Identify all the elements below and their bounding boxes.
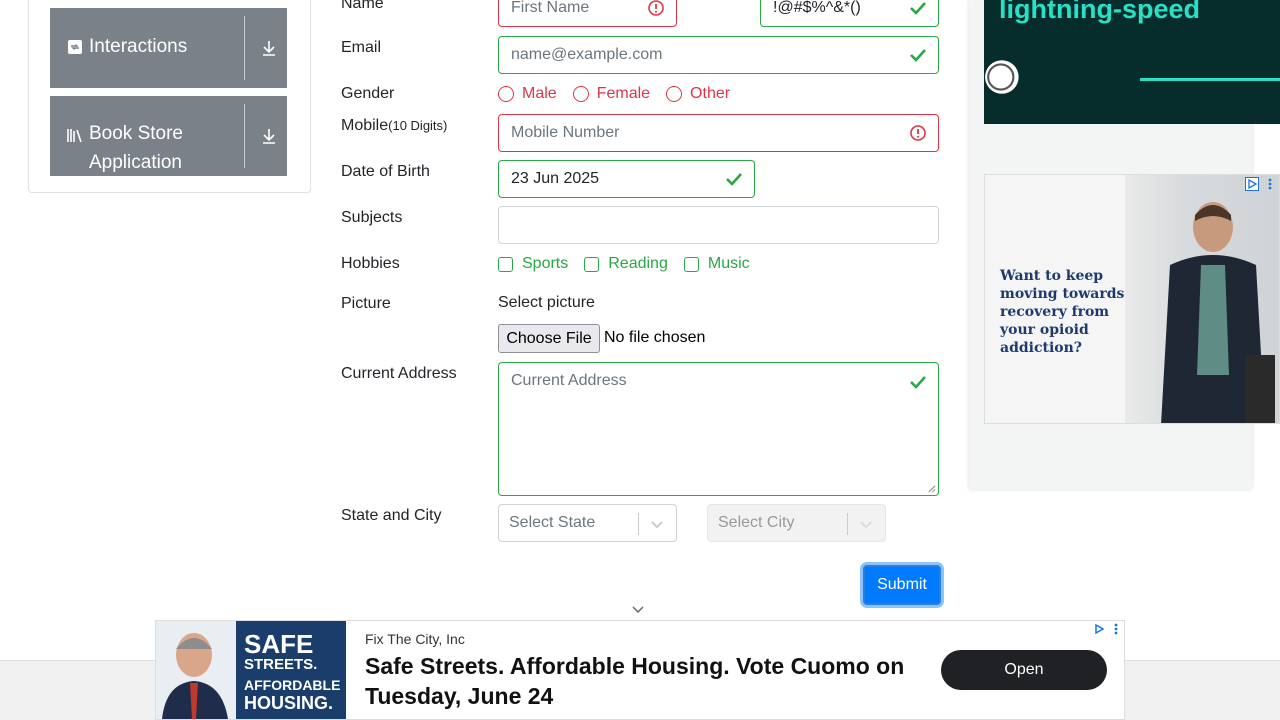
- gender-other-label[interactable]: Other: [690, 85, 730, 103]
- current-address-textarea[interactable]: Current Address: [498, 362, 939, 496]
- gender-male-label[interactable]: Male: [522, 85, 557, 103]
- mobile-hint: (10 Digits): [388, 118, 448, 133]
- first-name-placeholder: First Name: [511, 0, 590, 16]
- sidebar-group-book-store[interactable]: Book Store Application: [50, 96, 287, 176]
- error-icon: [910, 125, 926, 141]
- mobile-label: Mobile(10 Digits): [341, 116, 447, 136]
- ad-progress-line: [1140, 78, 1280, 81]
- ad-text: Want to keep moving towards recovery fro…: [1000, 268, 1125, 356]
- check-icon: [726, 173, 742, 186]
- select-separator: [847, 513, 848, 535]
- gender-other-radio[interactable]: [666, 86, 683, 102]
- gender-options: Male Female Other: [498, 84, 746, 104]
- check-icon: [910, 49, 926, 62]
- last-name-input[interactable]: !@#$%^&*(): [760, 0, 939, 27]
- right-top-ad[interactable]: lightning-speed: [984, 0, 1280, 124]
- city-select: Select City: [707, 504, 886, 542]
- ad-menu-icon[interactable]: [1113, 622, 1119, 636]
- hobby-music-checkbox[interactable]: [683, 256, 699, 272]
- check-icon: [910, 2, 926, 15]
- download-icon[interactable]: [258, 125, 280, 147]
- hobbies-label: Hobbies: [341, 255, 400, 272]
- mobile-label-text: Mobile: [341, 117, 389, 134]
- email-placeholder: name@example.com: [511, 46, 663, 63]
- choose-file-button[interactable]: Choose File: [498, 324, 600, 353]
- ad-headline: lightning-speed: [999, 0, 1200, 24]
- gender-female-radio[interactable]: [572, 86, 589, 102]
- mobile-placeholder: Mobile Number: [511, 124, 620, 141]
- dob-label: Date of Birth: [341, 163, 430, 180]
- ad-title[interactable]: Safe Streets. Affordable Housing. Vote C…: [365, 651, 905, 711]
- error-icon: [648, 0, 664, 16]
- sidebar-group-label: Interactions: [89, 36, 188, 57]
- gender-label: Gender: [341, 85, 395, 102]
- state-select[interactable]: Select State: [498, 504, 677, 542]
- loading-ring-icon: [985, 60, 1019, 94]
- select-picture-label: Select picture: [498, 294, 595, 311]
- resize-handle-icon[interactable]: [927, 484, 936, 493]
- ad-open-button[interactable]: Open: [941, 650, 1107, 690]
- right-mid-ad[interactable]: Want to keep moving towards recovery fro…: [984, 174, 1280, 424]
- submit-button[interactable]: Submit: [863, 565, 941, 605]
- ad-image-text-2: STREETS.: [244, 656, 318, 673]
- date-of-birth-input[interactable]: 23 Jun 2025: [498, 160, 755, 198]
- name-label: Name: [341, 0, 384, 12]
- check-icon: [910, 376, 926, 389]
- group-divider: [244, 104, 245, 168]
- city-placeholder: Select City: [718, 514, 795, 531]
- interactions-icon: [67, 39, 83, 55]
- picture-label: Picture: [341, 295, 391, 312]
- chevron-down-icon[interactable]: [631, 605, 645, 615]
- gender-female-label[interactable]: Female: [597, 85, 650, 103]
- hobby-reading-checkbox[interactable]: [584, 256, 600, 272]
- book-icon: [67, 127, 83, 143]
- chevron-down-icon: [860, 521, 872, 529]
- ad-sponsor: Fix The City, Inc: [365, 631, 465, 647]
- hobby-reading-label[interactable]: Reading: [608, 255, 668, 273]
- download-icon[interactable]: [258, 37, 280, 59]
- address-placeholder: Current Address: [511, 372, 627, 389]
- hobbies-options: Sports Reading Music: [498, 254, 766, 274]
- state-city-label: State and City: [341, 507, 442, 524]
- ad-choices-icon[interactable]: [1092, 622, 1106, 636]
- ad-image-text-4: HOUSING.: [244, 693, 334, 713]
- ad-image: SAFE STREETS. AFFORDABLE HOUSING.: [156, 621, 346, 719]
- sidebar-group-interactions[interactable]: Interactions: [50, 8, 287, 88]
- dob-value: 23 Jun 2025: [511, 170, 600, 187]
- email-field[interactable]: name@example.com: [498, 36, 939, 74]
- select-separator: [638, 513, 639, 535]
- ad-person-graphic: [156, 621, 236, 719]
- subjects-input[interactable]: [498, 206, 939, 244]
- hobby-music-label[interactable]: Music: [708, 255, 750, 273]
- mobile-input[interactable]: Mobile Number: [498, 114, 939, 152]
- ad-choices-icon[interactable]: [1245, 177, 1259, 191]
- subjects-label: Subjects: [341, 209, 403, 226]
- no-file-text: No file chosen: [604, 329, 706, 346]
- chevron-down-icon[interactable]: [649, 516, 665, 532]
- first-name-input[interactable]: First Name: [498, 0, 677, 27]
- gender-male-radio[interactable]: [498, 86, 514, 102]
- ad-photo: [1125, 175, 1279, 423]
- sidebar-group-label: Book Store Application: [89, 123, 183, 173]
- state-placeholder: Select State: [509, 514, 596, 531]
- hobby-sports-checkbox[interactable]: [498, 256, 513, 272]
- address-label: Current Address: [341, 365, 457, 382]
- ad-menu-icon[interactable]: [1267, 177, 1273, 191]
- hobby-sports-label[interactable]: Sports: [522, 255, 568, 273]
- group-divider: [244, 16, 245, 80]
- email-label: Email: [341, 39, 382, 56]
- ad-image-text-3: AFFORDABLE: [244, 677, 341, 693]
- last-name-value: !@#$%^&*(): [773, 0, 861, 16]
- bottom-ad[interactable]: SAFE STREETS. AFFORDABLE HOUSING. Fix Th…: [155, 620, 1125, 720]
